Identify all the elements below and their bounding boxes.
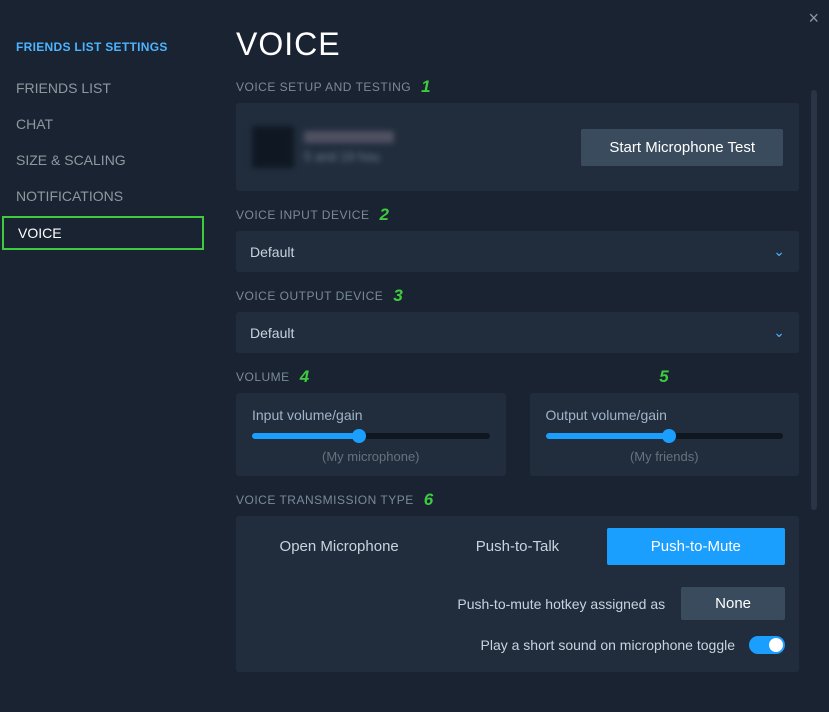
input-volume-sub: (My microphone) bbox=[252, 449, 490, 464]
seg-push-to-talk[interactable]: Push-to-Talk bbox=[428, 528, 606, 565]
annotation-5: 5 bbox=[659, 367, 669, 387]
seg-push-to-mute[interactable]: Push-to-Mute bbox=[607, 528, 785, 565]
output-label-text: VOICE OUTPUT DEVICE bbox=[236, 289, 383, 303]
input-volume-title: Input volume/gain bbox=[252, 407, 490, 423]
start-mic-test-button[interactable]: Start Microphone Test bbox=[581, 129, 783, 166]
annotation-3: 3 bbox=[393, 286, 403, 306]
transmission-segmented: Open Microphone Push-to-Talk Push-to-Mut… bbox=[250, 528, 785, 565]
transmission-label-text: VOICE TRANSMISSION TYPE bbox=[236, 493, 414, 507]
toggle-sound-label: Play a short sound on microphone toggle bbox=[481, 637, 736, 653]
section-volume-label: VOLUME 4 bbox=[236, 367, 506, 387]
section-volume-label-right: 5 bbox=[530, 367, 800, 387]
transmission-card: Open Microphone Push-to-Talk Push-to-Mut… bbox=[236, 516, 799, 672]
annotation-2: 2 bbox=[379, 205, 389, 225]
output-volume-sub: (My friends) bbox=[546, 449, 784, 464]
username-blur bbox=[304, 131, 394, 143]
input-volume-slider[interactable] bbox=[252, 433, 490, 439]
chevron-down-icon: ⌄ bbox=[773, 243, 785, 260]
section-input-label: VOICE INPUT DEVICE 2 bbox=[236, 205, 799, 225]
hotkey-label: Push-to-mute hotkey assigned as bbox=[457, 596, 665, 612]
sidebar-item-friends-list[interactable]: FRIENDS LIST bbox=[0, 72, 210, 104]
scrollbar[interactable] bbox=[811, 90, 817, 510]
sidebar-item-notifications[interactable]: NOTIFICATIONS bbox=[0, 180, 210, 212]
output-volume-title: Output volume/gain bbox=[546, 407, 784, 423]
user-subtext: 5 and 19 hou bbox=[304, 149, 394, 164]
voice-output-device-select[interactable]: Default ⌄ bbox=[236, 312, 799, 353]
input-label-text: VOICE INPUT DEVICE bbox=[236, 208, 369, 222]
output-device-value: Default bbox=[250, 325, 294, 341]
input-volume-card: Input volume/gain (My microphone) bbox=[236, 393, 506, 476]
setup-label-text: VOICE SETUP AND TESTING bbox=[236, 80, 411, 94]
hotkey-assign-button[interactable]: None bbox=[681, 587, 785, 620]
sidebar-item-size-scaling[interactable]: SIZE & SCALING bbox=[0, 144, 210, 176]
volume-label-text: VOLUME bbox=[236, 370, 290, 384]
output-volume-slider[interactable] bbox=[546, 433, 784, 439]
page-title: VOICE bbox=[236, 26, 799, 63]
seg-open-mic[interactable]: Open Microphone bbox=[250, 528, 428, 565]
annotation-4: 4 bbox=[300, 367, 310, 387]
output-volume-card: Output volume/gain (My friends) bbox=[530, 393, 800, 476]
sidebar-title: FRIENDS LIST SETTINGS bbox=[0, 40, 210, 72]
mic-sound-toggle[interactable] bbox=[749, 636, 785, 654]
mic-test-card: 5 and 19 hou Start Microphone Test bbox=[236, 103, 799, 191]
input-device-value: Default bbox=[250, 244, 294, 260]
avatar bbox=[252, 126, 294, 168]
sidebar: FRIENDS LIST SETTINGS FRIENDS LIST CHAT … bbox=[0, 0, 210, 712]
chevron-down-icon: ⌄ bbox=[773, 324, 785, 341]
annotation-6: 6 bbox=[424, 490, 434, 510]
user-preview: 5 and 19 hou bbox=[252, 126, 394, 168]
main-panel: VOICE VOICE SETUP AND TESTING 1 5 and 19… bbox=[210, 0, 829, 712]
annotation-1: 1 bbox=[421, 77, 431, 97]
sidebar-item-voice[interactable]: VOICE bbox=[2, 216, 204, 250]
section-setup-label: VOICE SETUP AND TESTING 1 bbox=[236, 77, 799, 97]
voice-input-device-select[interactable]: Default ⌄ bbox=[236, 231, 799, 272]
section-output-label: VOICE OUTPUT DEVICE 3 bbox=[236, 286, 799, 306]
sidebar-item-chat[interactable]: CHAT bbox=[0, 108, 210, 140]
section-transmission-label: VOICE TRANSMISSION TYPE 6 bbox=[236, 490, 799, 510]
